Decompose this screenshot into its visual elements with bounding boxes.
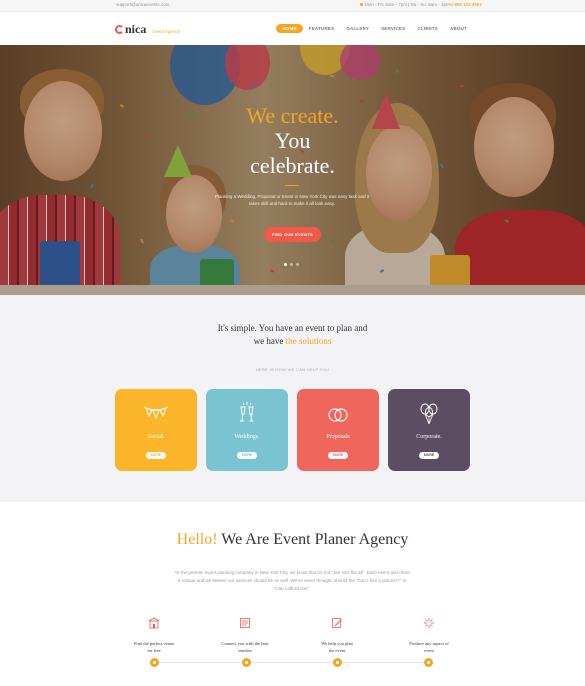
logo-mark-icon: [115, 25, 124, 34]
main-nav: HOME FEATURES GALLERY SERVICES CLIENTS A…: [276, 24, 473, 33]
hero-divider: [285, 185, 299, 186]
timeline-dot-4: [424, 658, 433, 667]
solutions-heading: It's simple. You have an event to plan a…: [0, 322, 585, 348]
slider-dots: [284, 263, 299, 266]
slider-dot-1[interactable]: [284, 263, 287, 266]
solutions-heading-line2a: we have: [253, 336, 284, 346]
card-social-more-button[interactable]: MORE: [146, 452, 166, 459]
logo-tagline: Event Agency: [152, 29, 180, 34]
features-timeline: [154, 662, 428, 663]
opening-hours-text: Mon - Fri: 8am - 7pm | Sa - Su: 9am - 4p…: [365, 2, 450, 7]
balloons-icon: [420, 403, 438, 425]
slider-dot-3[interactable]: [296, 263, 299, 266]
feature-plan: We help you plan the event: [302, 616, 372, 654]
nav-home[interactable]: HOME: [276, 24, 303, 33]
hero-title: We create. You celebrate.: [200, 103, 385, 178]
card-weddings[interactable]: Weddings. MORE: [206, 389, 288, 471]
rings-icon: [328, 408, 348, 422]
card-social-label: Social.: [147, 434, 165, 440]
hero-cta-button[interactable]: FIND OUR EVENTS: [264, 227, 321, 242]
card-proposals[interactable]: Proposals MORE: [297, 389, 379, 471]
about-section: Hello! We Are Event Planer Agency As the…: [0, 502, 585, 686]
bunting-icon: [143, 406, 169, 420]
nav-features[interactable]: FEATURES: [303, 24, 341, 33]
hero-subtitle: Planning a Wedding, Proposal or Event in…: [214, 194, 370, 206]
card-proposals-label: Proposals: [326, 434, 350, 440]
timeline-dot-2: [242, 658, 251, 667]
feature-vendors-line2: vendors: [237, 647, 253, 653]
card-social[interactable]: Social. MORE: [115, 389, 197, 471]
feature-produce-line2: event: [424, 647, 434, 653]
plan-icon: [332, 618, 342, 628]
solutions-section: It's simple. You have an event to plan a…: [0, 295, 585, 502]
feature-venue: Find the perfect venue for free: [119, 616, 189, 654]
feature-vendors: Connect you with the best vendors: [210, 616, 280, 654]
about-heading-title: We Are Event Planer Agency: [221, 531, 409, 548]
solutions-subheading: HERE IS HOW WE CAN HELP YOU: [255, 367, 330, 372]
timeline-dot-3: [333, 658, 342, 667]
logo[interactable]: nica Event Agency: [115, 22, 180, 37]
card-proposals-more-button[interactable]: MORE: [328, 452, 348, 459]
site-header: nica Event Agency HOME FEATURES GALLERY …: [0, 12, 585, 45]
opening-hours: Mon - Fri: 8am - 7pm | Sa - Su: 9am - 4p…: [360, 2, 450, 7]
hero-slider: We create. You celebrate. Planning a Wed…: [0, 45, 585, 295]
clock-icon: [360, 3, 363, 6]
nav-about[interactable]: ABOUT: [444, 24, 473, 33]
contact-phone[interactable]: +1 800 123 4567: [448, 2, 482, 7]
venue-icon: [148, 617, 160, 629]
champagne-glasses-icon: [240, 402, 254, 422]
card-corporate[interactable]: Corporate. MORE: [388, 389, 470, 471]
card-weddings-more-button[interactable]: MORE: [237, 452, 257, 459]
slider-dot-2[interactable]: [290, 263, 293, 266]
vendors-icon: [240, 618, 250, 628]
nav-clients[interactable]: CLIENTS: [411, 24, 444, 33]
feature-produce: Produce any aspect of event: [394, 616, 464, 654]
contact-email[interactable]: support@unicaevents.com: [116, 2, 169, 7]
solutions-heading-line1: It's simple. You have an event to plan a…: [217, 323, 368, 333]
card-corporate-label: Corporate.: [416, 434, 442, 440]
about-paragraph: As the premier event planning company in…: [174, 570, 410, 591]
feature-plan-line2: the event: [328, 647, 346, 653]
fireworks-icon: [424, 618, 434, 628]
timeline-dot-1: [150, 658, 159, 667]
about-heading: Hello! We Are Event Planer Agency: [0, 531, 585, 549]
hero-title-line3: celebrate.: [250, 153, 335, 178]
feature-venue-line2: for free: [147, 647, 161, 653]
hero-title-line2: You: [274, 128, 311, 153]
nav-gallery[interactable]: GALLERY: [340, 24, 375, 33]
hero-title-line1: We create.: [246, 103, 339, 128]
card-weddings-label: Weddings.: [234, 434, 260, 440]
about-heading-hello: Hello!: [176, 531, 218, 548]
nav-services[interactable]: SERVICES: [375, 24, 411, 33]
top-bar: support@unicaevents.com Mon - Fri: 8am -…: [0, 0, 585, 12]
card-corporate-more-button[interactable]: MORE: [419, 452, 439, 459]
logo-name: nica: [125, 22, 147, 36]
solutions-heading-highlight: the solutions: [285, 336, 332, 346]
